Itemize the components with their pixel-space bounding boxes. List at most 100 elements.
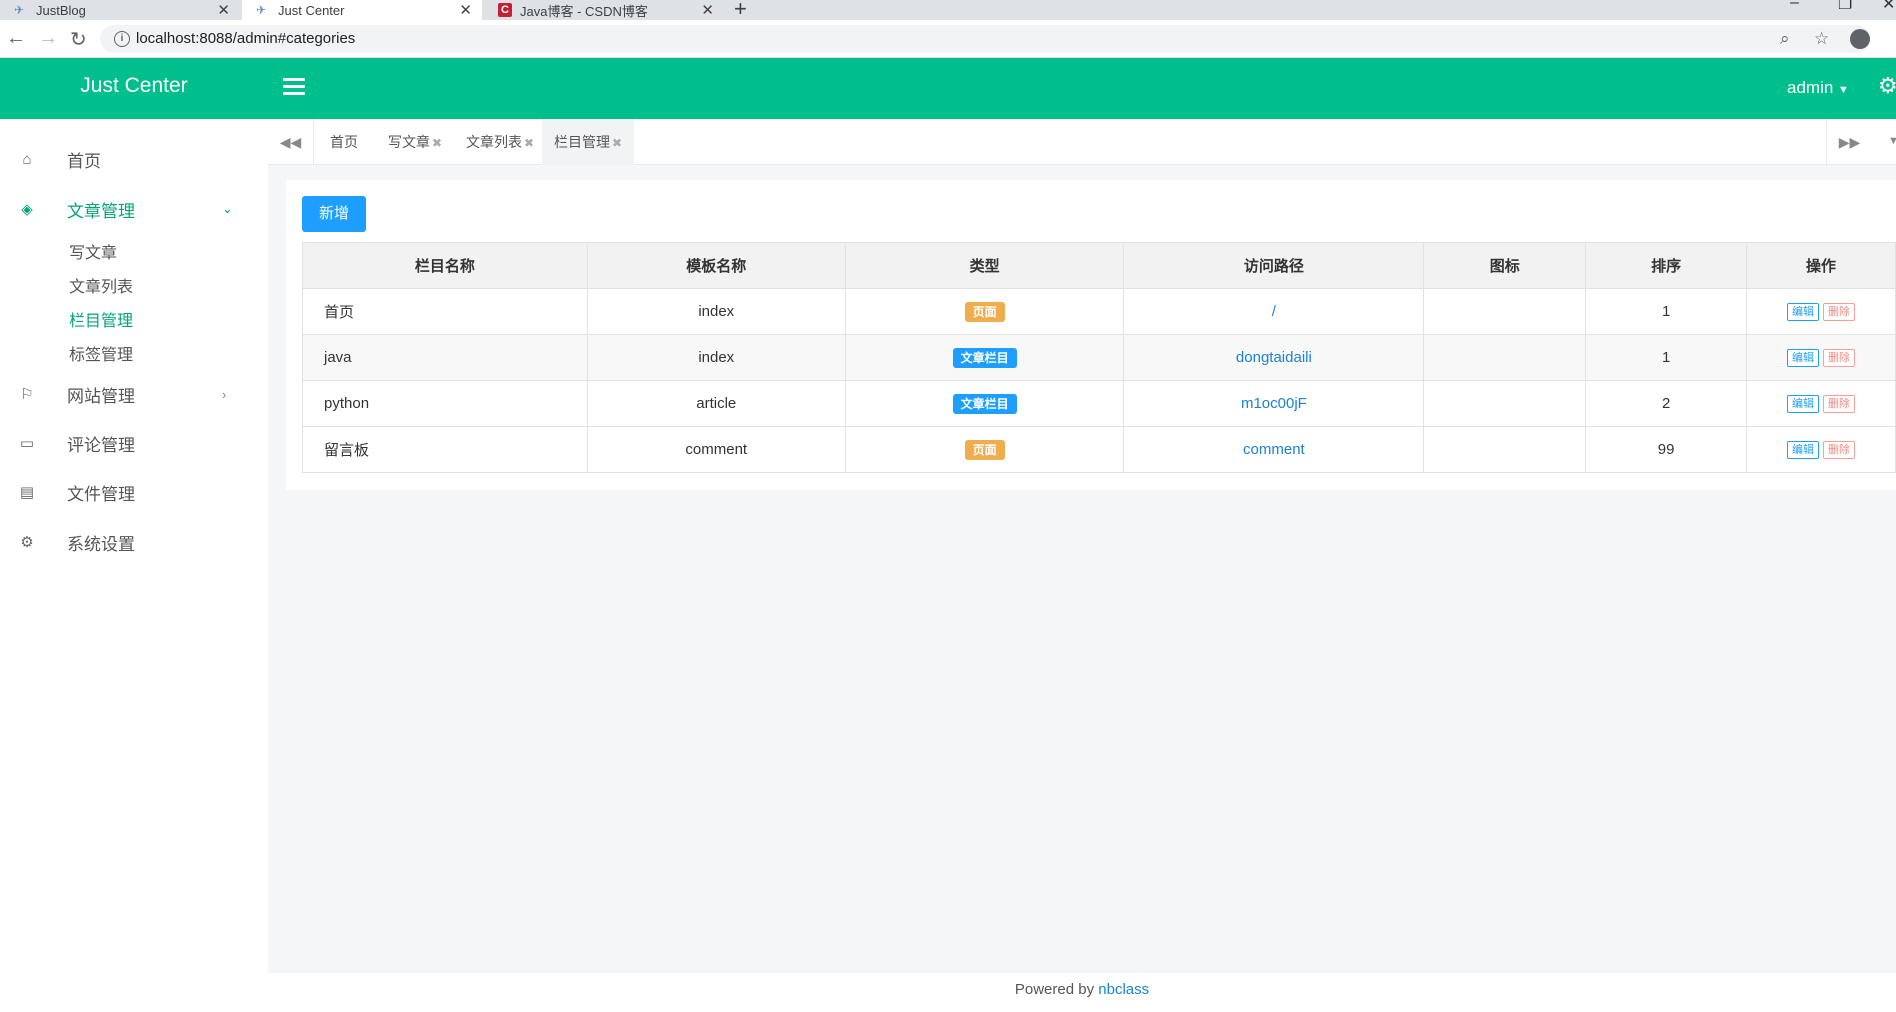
close-tab-icon[interactable]: ✖ — [432, 136, 442, 150]
close-tab-icon[interactable]: ✖ — [612, 136, 622, 150]
edit-button[interactable]: 编辑 — [1787, 395, 1820, 413]
table-row: 首页 index 页面 / 1 编辑 删除 — [302, 288, 1896, 335]
home-icon: ⌂ — [22, 150, 32, 168]
add-category-button[interactable]: 新增 — [302, 196, 366, 232]
order-cell: 99 — [1585, 426, 1748, 473]
back-icon[interactable]: ← — [6, 27, 26, 50]
footer-link[interactable]: nbclass — [1098, 981, 1149, 998]
browser-tab-csdn[interactable]: C Java博客 - CSDN博客 ✕ — [484, 0, 724, 20]
sidebar-subitem-categories[interactable]: 栏目管理 — [69, 307, 133, 331]
close-tab-icon[interactable]: ✖ — [524, 136, 534, 150]
browser-tab-title: Java博客 - CSDN博客 — [520, 3, 648, 19]
path-link[interactable]: comment — [1243, 441, 1305, 458]
type-cell: 文章栏目 — [844, 334, 1125, 381]
settings-gear-icon[interactable]: ⚙ — [1878, 73, 1896, 99]
site-favicon-icon: ✈ — [14, 3, 25, 17]
template-name: article — [586, 380, 846, 427]
sidebar-item-articles[interactable]: ◈ 文章管理 ⌄ — [0, 189, 268, 229]
path-cell: / — [1123, 288, 1425, 335]
path-link[interactable]: / — [1272, 303, 1276, 320]
minimize-icon[interactable]: – — [1790, 0, 1799, 12]
edit-button[interactable]: 编辑 — [1787, 349, 1820, 367]
site-info-icon[interactable]: i — [114, 31, 130, 47]
sidebar-item-settings[interactable]: ⚙ 系统设置 — [0, 522, 268, 562]
sidebar-item-label: 文章管理 — [67, 201, 135, 221]
sidebar-item-home[interactable]: ⌂ 首页 — [0, 139, 268, 179]
forward-icon[interactable]: → — [38, 27, 58, 50]
sidebar-item-comments[interactable]: ▭ 评论管理 — [0, 423, 268, 463]
tab-label: 首页 — [330, 134, 358, 150]
sidebar-item-label: 首页 — [67, 151, 101, 171]
edit-button[interactable]: 编辑 — [1787, 303, 1820, 321]
bookmark-star-icon[interactable]: ☆ — [1814, 29, 1829, 49]
browser-tab-strip: ✈ JustBlog ✕ ✈ Just Center ✕ C Java博客 - … — [0, 0, 1896, 20]
tab-home[interactable]: 首页 — [318, 119, 370, 165]
close-tab-icon[interactable]: ✕ — [459, 1, 472, 19]
type-badge: 文章栏目 — [952, 347, 1017, 368]
table-row: python article 文章栏目 m1oc00jF 2 编辑 删除 — [302, 380, 1896, 427]
sidebar-subitem-article-list[interactable]: 文章列表 — [69, 273, 133, 297]
type-cell: 页面 — [844, 288, 1125, 335]
sidebar-item-label: 网站管理 — [67, 386, 135, 406]
icon-cell — [1423, 288, 1587, 335]
delete-button[interactable]: 删除 — [1823, 441, 1856, 459]
tab-label: 写文章 — [388, 134, 430, 150]
zoom-icon[interactable]: ⌕ — [1780, 29, 1790, 49]
template-name: index — [586, 334, 846, 381]
edit-button[interactable]: 编辑 — [1787, 441, 1820, 459]
path-cell: comment — [1123, 426, 1425, 473]
type-badge: 页面 — [964, 301, 1005, 322]
browser-tab-just-center[interactable]: ✈ Just Center ✕ — [242, 0, 482, 20]
browser-tab-justblog[interactable]: ✈ JustBlog ✕ — [0, 0, 240, 20]
sidebar-item-site[interactable]: ⚐ 网站管理 › — [0, 374, 268, 414]
path-link[interactable]: m1oc00jF — [1241, 395, 1307, 412]
url-text: localhost:8088/admin#categories — [136, 30, 356, 47]
column-header: 图标 — [1423, 242, 1587, 289]
close-tab-icon[interactable]: ✕ — [701, 1, 714, 19]
tab-categories[interactable]: 栏目管理 ✖ — [542, 119, 635, 165]
path-cell: m1oc00jF — [1123, 380, 1425, 427]
file-icon: ▤ — [19, 484, 35, 501]
scroll-tabs-left-icon[interactable]: ◀◀ — [268, 119, 314, 165]
sidebar-item-label: 文件管理 — [67, 484, 135, 504]
category-name: java — [302, 334, 588, 381]
tab-label: 文章列表 — [466, 134, 522, 150]
type-badge: 文章栏目 — [952, 393, 1017, 414]
delete-button[interactable]: 删除 — [1823, 395, 1856, 413]
window-close-icon[interactable]: ✕ — [1882, 0, 1895, 14]
csdn-favicon-icon: C — [498, 3, 512, 17]
sidebar-subitem-write[interactable]: 写文章 — [69, 239, 117, 263]
type-badge: 页面 — [964, 439, 1005, 460]
table-row: 留言板 comment 页面 comment 99 编辑 删除 — [302, 426, 1896, 473]
scroll-tabs-right-icon[interactable]: ▶▶ — [1826, 119, 1872, 165]
icon-cell — [1423, 334, 1587, 381]
delete-button[interactable]: 删除 — [1823, 349, 1856, 367]
menu-toggle-icon[interactable] — [283, 78, 305, 96]
table-header-row: 栏目名称 模板名称 类型 访问路径 图标 排序 操作 — [302, 242, 1896, 289]
column-header: 类型 — [844, 242, 1125, 289]
sidebar-subitem-tags[interactable]: 标签管理 — [69, 341, 133, 365]
column-header: 栏目名称 — [302, 242, 588, 289]
tab-article-list[interactable]: 文章列表 ✖ — [454, 119, 546, 165]
new-tab-icon[interactable]: + — [734, 0, 747, 20]
close-tab-icon[interactable]: ✕ — [217, 1, 230, 19]
categories-table: 栏目名称 模板名称 类型 访问路径 图标 排序 操作 首页 index 页面 /… — [302, 242, 1896, 473]
actions-cell: 编辑 删除 — [1746, 380, 1896, 427]
user-menu[interactable]: admin ▼ — [1787, 78, 1849, 98]
user-name: admin — [1787, 78, 1834, 97]
tab-write-article[interactable]: 写文章 ✖ — [376, 119, 454, 165]
restore-icon[interactable]: ❐ — [1838, 0, 1852, 14]
profile-avatar-icon[interactable] — [1850, 29, 1870, 49]
delete-button[interactable]: 删除 — [1823, 303, 1856, 321]
brand-title: Just Center — [80, 74, 188, 97]
reload-icon[interactable]: ↻ — [70, 27, 87, 52]
path-cell: dongtaidaili — [1123, 334, 1425, 381]
path-link[interactable]: dongtaidaili — [1236, 349, 1312, 366]
order-cell: 1 — [1585, 288, 1748, 335]
url-bar[interactable]: i localhost:8088/admin#categories ⌕ ☆ — [100, 25, 1870, 53]
chevron-down-icon: ⌄ — [222, 201, 233, 216]
chevron-right-icon: › — [222, 386, 227, 402]
site-favicon-icon: ✈ — [256, 3, 267, 17]
sidebar-item-files[interactable]: ▤ 文件管理 — [0, 472, 268, 512]
tabs-dropdown-icon[interactable]: ▼ — [1888, 135, 1896, 147]
